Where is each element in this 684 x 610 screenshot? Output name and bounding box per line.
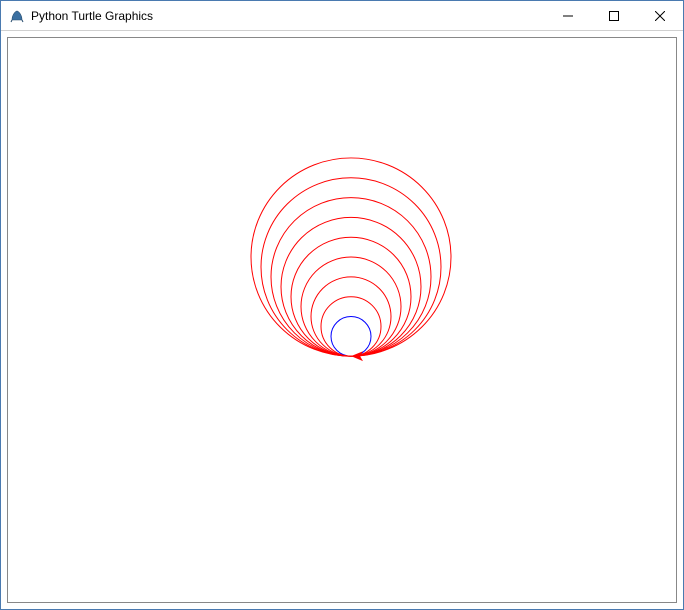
close-button[interactable] <box>637 1 683 30</box>
minimize-button[interactable] <box>545 1 591 30</box>
drawn-circle <box>281 217 421 356</box>
turtle-canvas <box>8 38 676 602</box>
window-title: Python Turtle Graphics <box>31 9 545 23</box>
titlebar: Python Turtle Graphics <box>1 1 683 31</box>
drawn-circle <box>261 178 441 356</box>
drawn-circle <box>321 297 381 356</box>
canvas-frame <box>7 37 677 603</box>
app-window: Python Turtle Graphics <box>0 0 684 610</box>
drawn-circle <box>331 317 371 357</box>
maximize-button[interactable] <box>591 1 637 30</box>
drawn-circles <box>251 158 451 356</box>
drawn-circle <box>301 257 401 356</box>
window-controls <box>545 1 683 30</box>
turtle-app-icon <box>9 8 25 24</box>
turtle-cursor-icon <box>351 351 363 361</box>
